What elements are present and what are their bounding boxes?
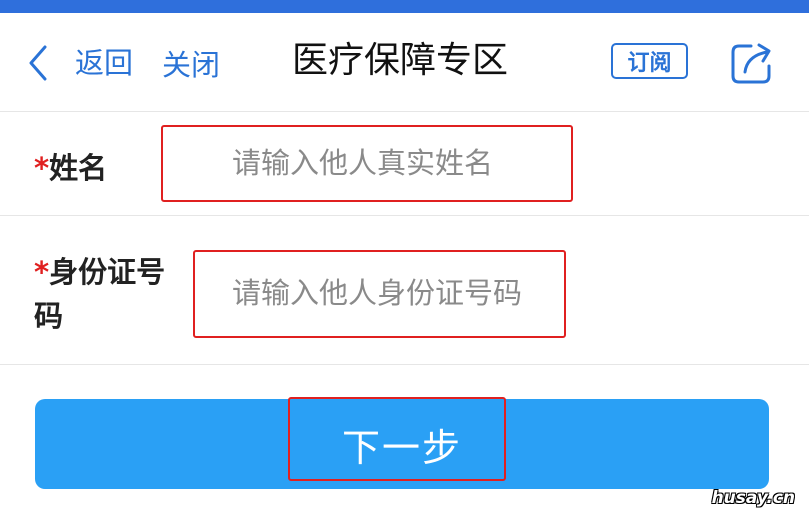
close-button[interactable]: 关闭 [162,43,220,83]
id-row: *身份证号码 [0,216,809,365]
id-label-text: 身份证号码 [34,255,166,333]
share-icon[interactable] [729,40,775,86]
id-label: *身份证号码 [34,250,184,338]
name-input[interactable] [230,140,564,186]
required-mark: * [34,255,50,289]
name-label: *姓名 [34,146,107,190]
nav-bar: 返回 关闭 医疗保障专区 订阅 [0,13,809,112]
status-bar [0,0,809,13]
back-button[interactable]: 返回 [28,43,143,83]
action-area: 下一步 [0,365,809,516]
required-mark: * [34,151,50,185]
chevron-left-icon [28,45,48,81]
subscribe-button[interactable]: 订阅 [611,43,688,79]
watermark: husay.cn [711,488,795,508]
id-number-input[interactable] [230,270,564,316]
name-row: *姓名 [0,112,809,216]
next-highlight-box [288,397,506,481]
page-title: 医疗保障专区 [291,40,508,81]
name-label-text: 姓名 [49,151,108,185]
back-label: 返回 [75,45,134,80]
